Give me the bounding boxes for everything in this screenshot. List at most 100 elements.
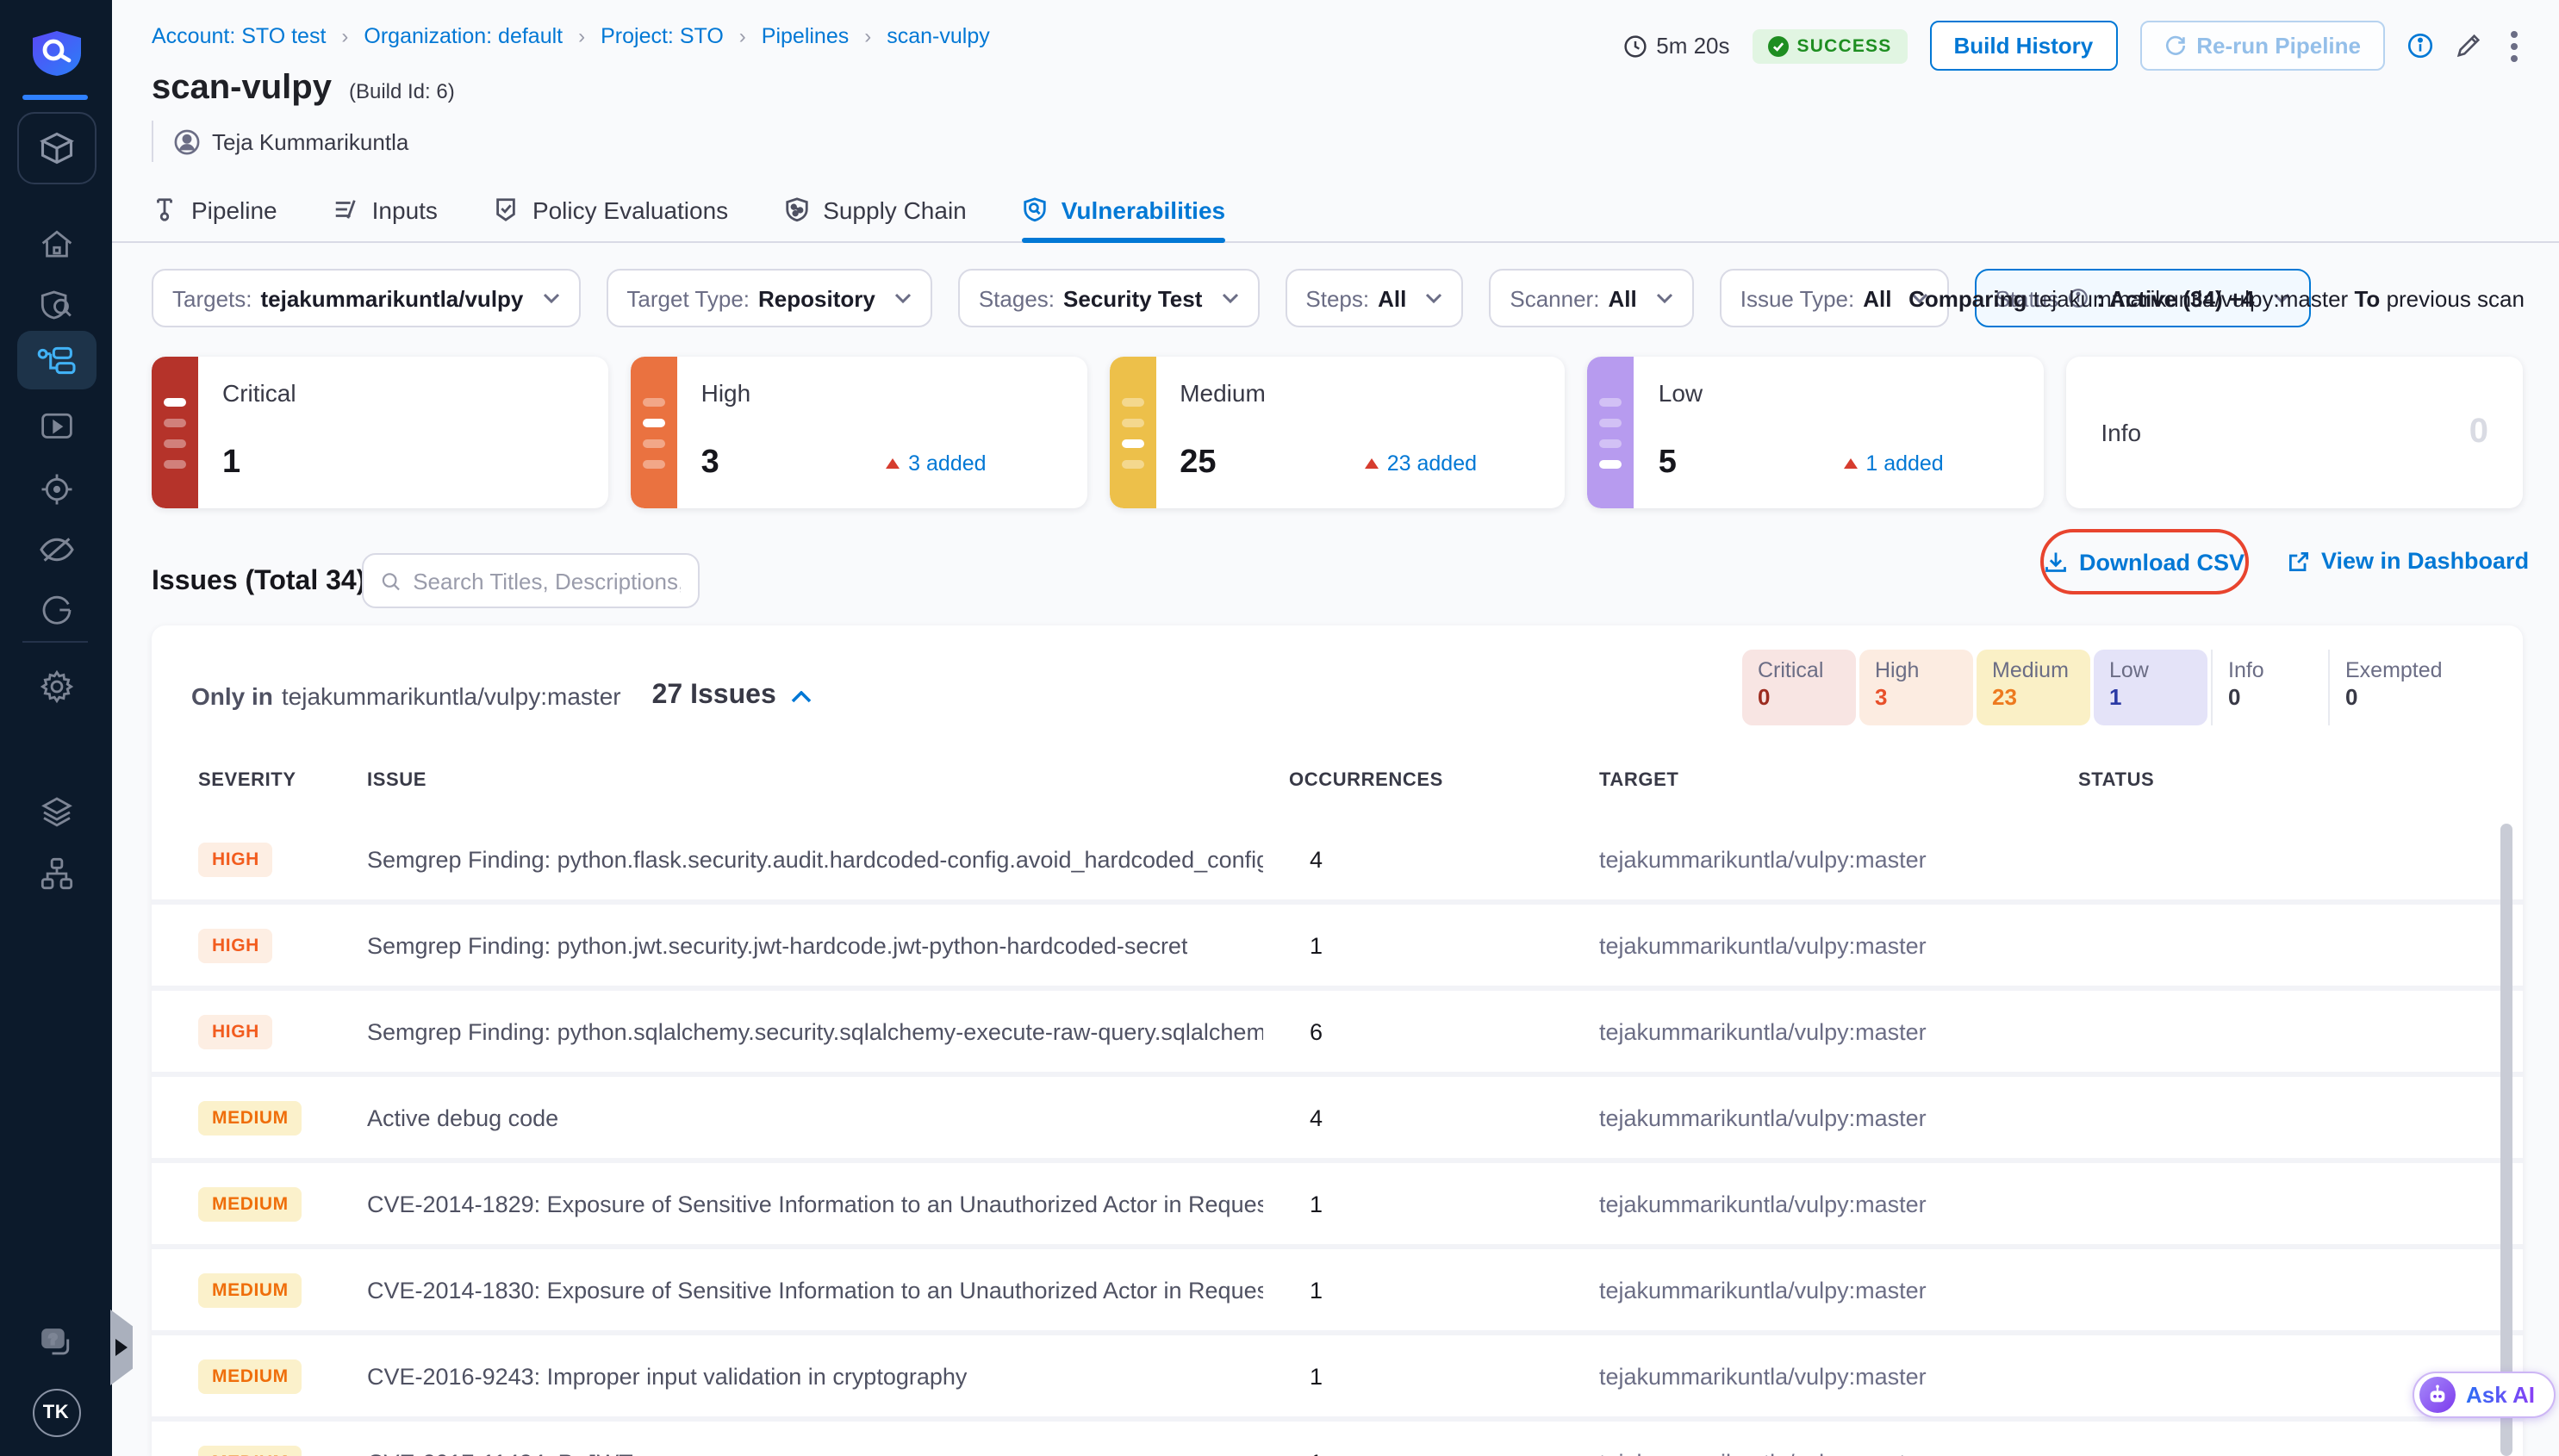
breadcrumb-organization[interactable]: Organization: default — [364, 24, 563, 48]
ask-ai-button[interactable]: Ask AI — [2413, 1372, 2556, 1418]
tab-inputs[interactable]: Inputs — [333, 177, 438, 241]
layers-icon — [39, 794, 73, 829]
sidebar-item-settings[interactable] — [38, 669, 74, 705]
chip-exempted[interactable]: Exempted 0 — [2328, 650, 2459, 725]
chip-high[interactable]: High 3 — [1859, 650, 1973, 725]
filter-stages[interactable]: Stages: Security Test — [958, 269, 1260, 327]
external-link-icon — [2287, 549, 2311, 573]
module-selector[interactable] — [16, 112, 96, 184]
severity-badge: HIGH — [198, 842, 273, 876]
chip-info[interactable]: Info 0 — [2211, 650, 2325, 725]
chip-value: 23 — [1992, 684, 2075, 710]
filter-scanner[interactable]: Scanner: All — [1489, 269, 1693, 327]
build-id-label: (Build Id: 6) — [349, 79, 455, 103]
sidebar-item-hidden-issues[interactable] — [37, 534, 75, 565]
card-label: High — [701, 379, 751, 407]
user-avatar[interactable]: TK — [32, 1389, 80, 1437]
severity-card-low[interactable]: Low 5 1 added — [1588, 357, 2045, 508]
svg-text:?: ? — [47, 1332, 56, 1347]
table-row[interactable]: HIGH Semgrep Finding: python.jwt.securit… — [152, 905, 2523, 991]
tab-pipeline[interactable]: Pipeline — [152, 177, 277, 241]
issues-panel: Only in tejakummarikuntla/vulpy:master 2… — [152, 625, 2523, 1456]
sidebar-item-layers[interactable] — [39, 794, 73, 829]
annotation-circle: Download CSV — [2040, 529, 2249, 594]
table-row[interactable]: HIGH Semgrep Finding: python.flask.secur… — [152, 818, 2523, 905]
table-header: SEVERITY ISSUE OCCURRENCES TARGET STATUS — [152, 770, 2523, 798]
chip-label: High — [1875, 658, 1958, 682]
ask-ai-label: Ask AI — [2466, 1382, 2535, 1408]
sidebar-item-executions[interactable] — [39, 412, 73, 443]
edit-pencil-icon[interactable] — [2456, 33, 2481, 59]
tab-vulnerabilities[interactable]: Vulnerabilities — [1022, 177, 1225, 241]
chip-value: 1 — [2109, 684, 2192, 710]
table-row[interactable]: MEDIUM CVE-2016-9243: Improper input val… — [152, 1335, 2523, 1422]
filter-label: Target Type: — [626, 285, 750, 311]
issues-count[interactable]: 27 Issues — [652, 681, 776, 712]
filter-target-type[interactable]: Target Type: Repository — [606, 269, 931, 327]
sto-logo[interactable] — [27, 29, 85, 78]
card-count: 25 — [1180, 445, 1216, 482]
severity-card-high[interactable]: High 3 3 added — [631, 357, 1087, 508]
chip-critical[interactable]: Critical 0 — [1742, 650, 1856, 725]
tab-bar: Pipeline Inputs Policy Evaluations Suppl… — [112, 177, 2559, 243]
issues-search — [362, 553, 700, 608]
progress-circle-icon — [39, 593, 73, 627]
severity-card-info[interactable]: Info 0 — [2066, 357, 2523, 508]
table-row[interactable]: MEDIUM Active debug code 4 tejakummariku… — [152, 1077, 2523, 1163]
table-row-clipped[interactable]: MEDIUM CVE-2017-11424: PyJWT ... 1 tejak… — [152, 1422, 2523, 1456]
logo-underline — [22, 95, 88, 100]
author-name: Teja Kummarikuntla — [212, 128, 408, 154]
breadcrumb-current[interactable]: scan-vulpy — [887, 24, 990, 48]
card-count: 5 — [1659, 445, 1677, 482]
issue-title: CVE-2014-1830: Exposure of Sensitive Inf… — [367, 1277, 1263, 1303]
occurrences: 1 — [1310, 1191, 1323, 1216]
table-row[interactable]: MEDIUM CVE-2014-1829: Exposure of Sensit… — [152, 1163, 2523, 1249]
pipeline-tab-icon — [152, 196, 177, 222]
header-status: STATUS — [2078, 770, 2154, 791]
status-text: SUCCESS — [1797, 35, 1892, 56]
panel-scrollbar-thumb[interactable] — [2500, 824, 2512, 1456]
download-csv-button[interactable]: Download CSV — [2045, 549, 2245, 575]
severity-card-medium[interactable]: Medium 25 23 added — [1109, 357, 1566, 508]
search-input[interactable] — [413, 568, 681, 594]
tab-label: Policy Evaluations — [532, 196, 728, 223]
left-sidebar: ? TK — [0, 0, 112, 1456]
severity-card-critical[interactable]: Critical 1 — [152, 357, 608, 508]
sidebar-expand-handle[interactable] — [110, 1310, 133, 1385]
triangle-up-icon — [886, 458, 900, 469]
build-history-label: Build History — [1953, 33, 2093, 59]
chip-medium[interactable]: Medium 23 — [1977, 650, 2090, 725]
chip-value: 3 — [1875, 684, 1958, 710]
eye-off-icon — [37, 534, 75, 565]
header-occurrences: OCCURRENCES — [1289, 770, 1443, 791]
help-chat-button[interactable]: ? — [37, 1327, 75, 1361]
sidebar-item-hierarchy[interactable] — [39, 856, 73, 891]
filter-steps[interactable]: Steps: All — [1285, 269, 1463, 327]
build-history-button[interactable]: Build History — [1929, 21, 2117, 71]
breadcrumb: Account: STO test › Organization: defaul… — [152, 24, 990, 48]
rerun-pipeline-button[interactable]: Re-run Pipeline — [2139, 21, 2385, 71]
issue-title: CVE-2016-9243: Improper input validation… — [367, 1363, 967, 1389]
breadcrumb-account[interactable]: Account: STO test — [152, 24, 326, 48]
sidebar-item-pipelines-active[interactable] — [16, 331, 96, 389]
occurrences: 1 — [1310, 932, 1323, 958]
target-icon — [39, 472, 73, 507]
chevron-up-icon[interactable] — [792, 690, 813, 702]
breadcrumb-pipelines[interactable]: Pipelines — [762, 24, 849, 48]
table-row[interactable]: HIGH Semgrep Finding: python.sqlalchemy.… — [152, 991, 2523, 1077]
info-icon[interactable] — [2407, 33, 2433, 59]
tab-policy-evaluations[interactable]: Policy Evaluations — [493, 177, 728, 241]
sidebar-item-home[interactable] — [39, 229, 73, 260]
chip-low[interactable]: Low 1 — [2094, 650, 2207, 725]
tab-supply-chain[interactable]: Supply Chain — [783, 177, 967, 241]
sidebar-item-scans[interactable] — [39, 288, 73, 322]
sidebar-item-getting-started[interactable] — [39, 593, 73, 627]
more-options-kebab[interactable] — [2511, 42, 2518, 49]
table-row[interactable]: MEDIUM CVE-2014-1830: Exposure of Sensit… — [152, 1249, 2523, 1335]
sidebar-item-targets[interactable] — [39, 472, 73, 507]
breadcrumb-project[interactable]: Project: STO — [601, 24, 724, 48]
view-in-dashboard-button[interactable]: View in Dashboard — [2287, 548, 2529, 574]
filter-value: All — [1608, 285, 1636, 311]
help-chat-icon: ? — [37, 1327, 75, 1361]
filter-targets[interactable]: Targets: tejakummarikuntla/vulpy — [152, 269, 580, 327]
